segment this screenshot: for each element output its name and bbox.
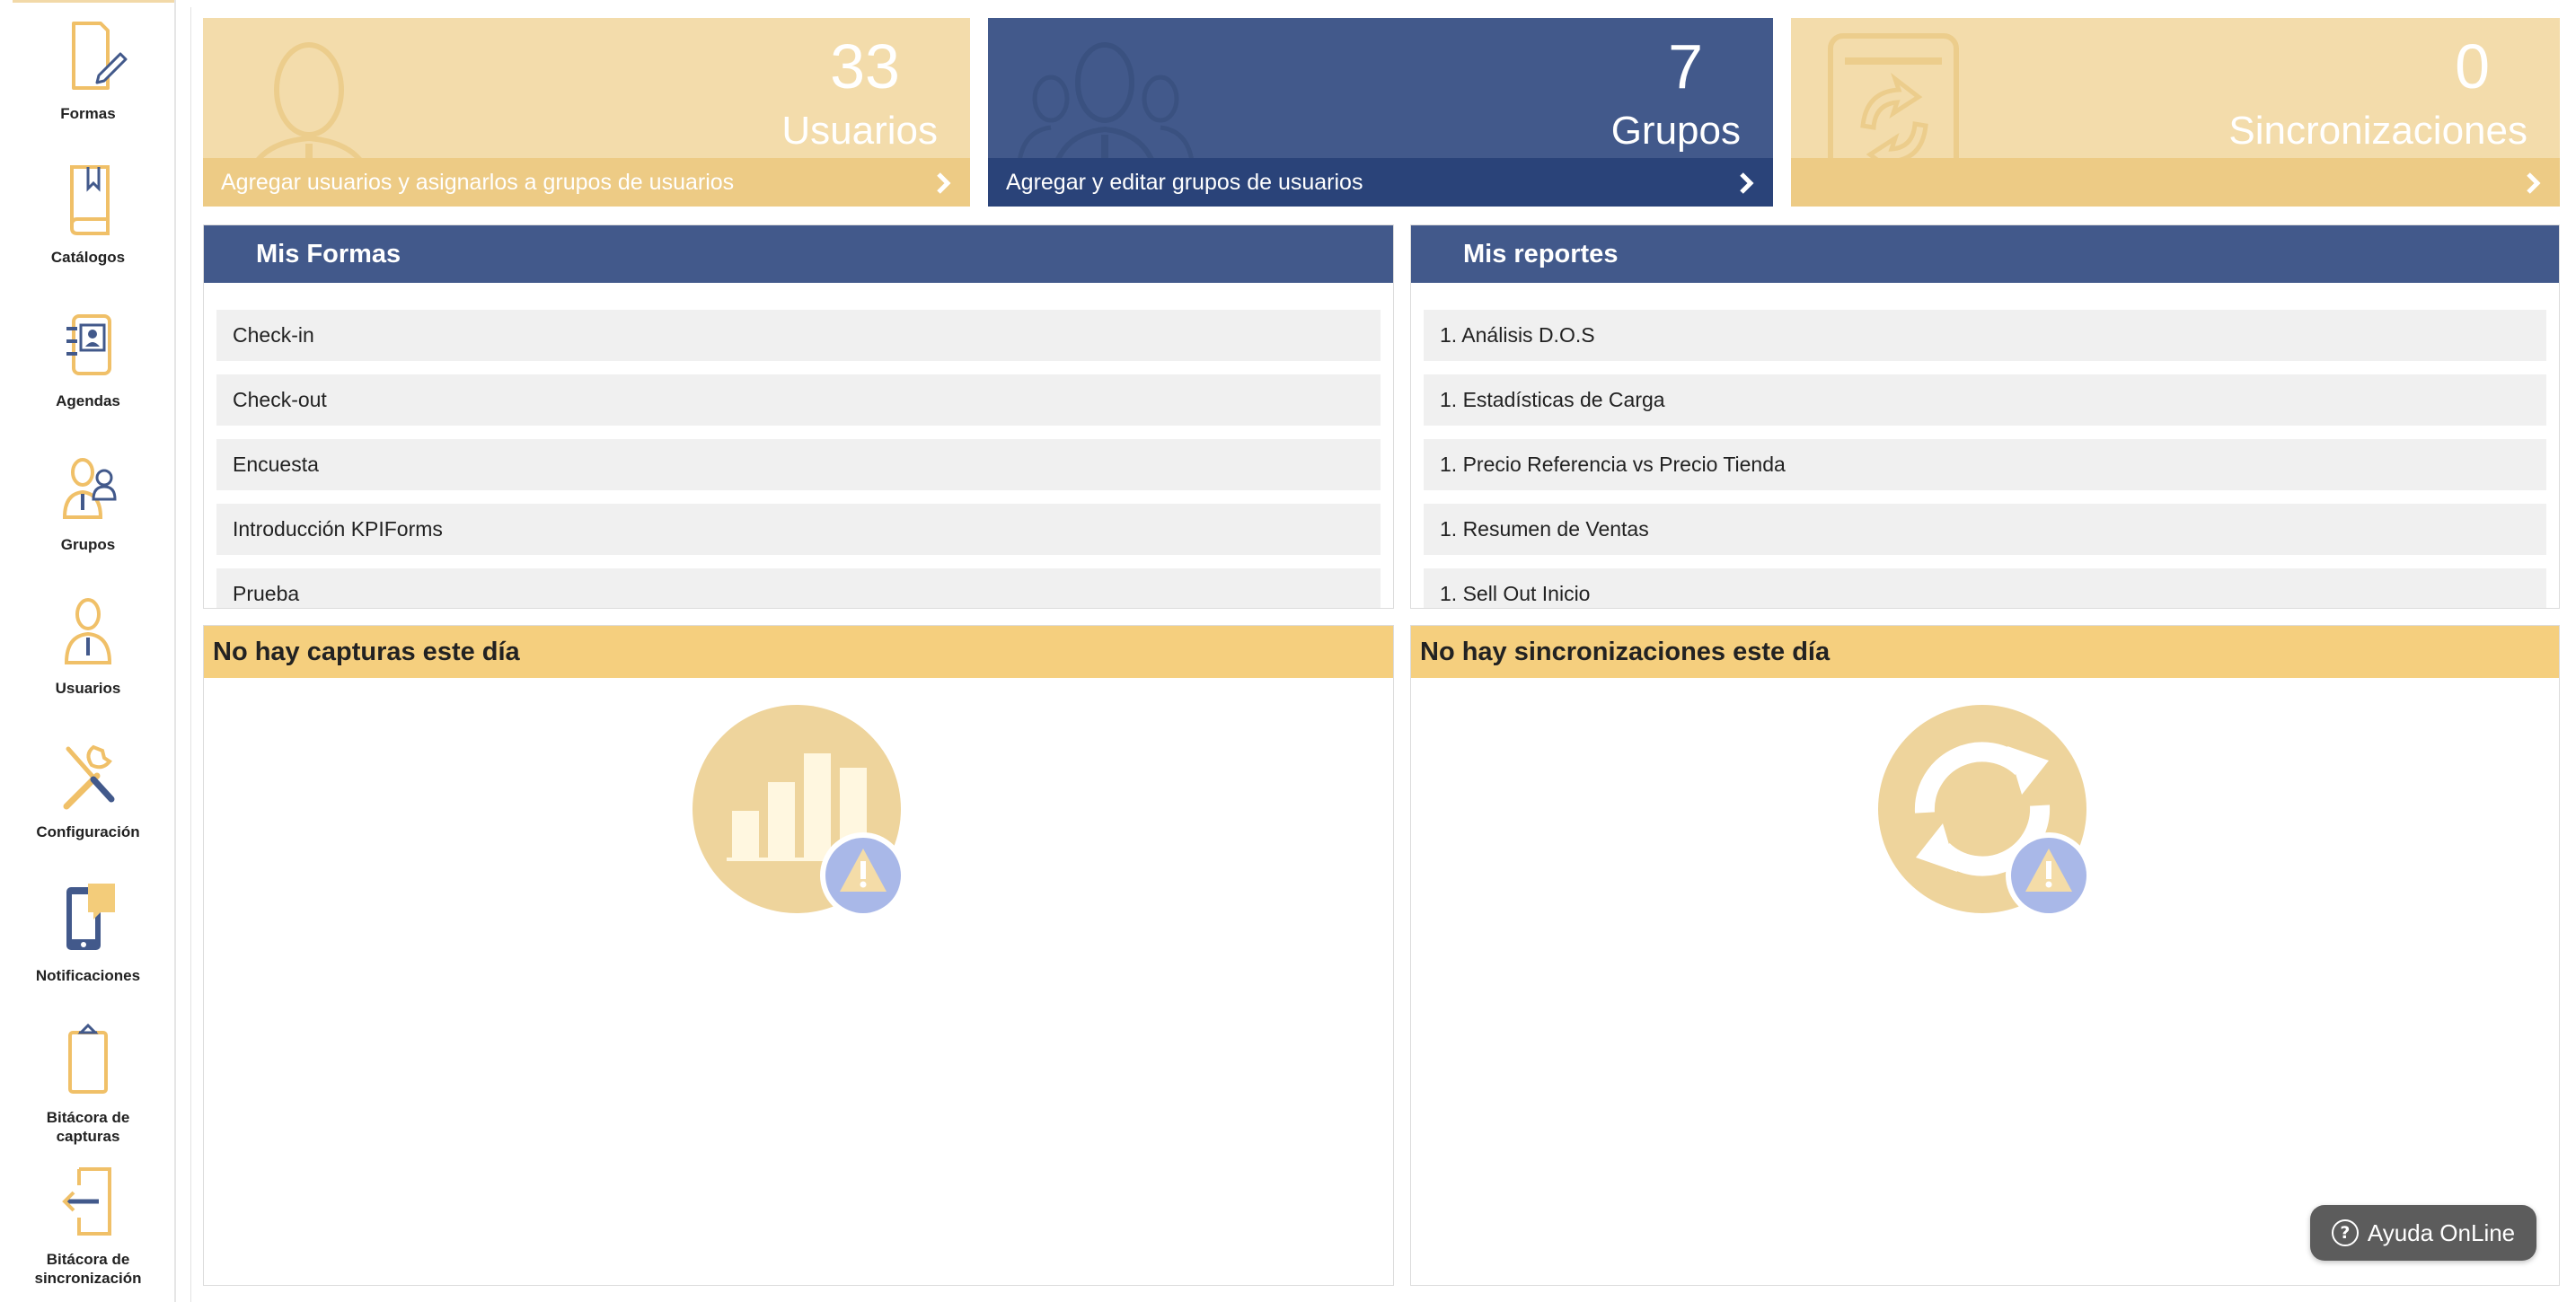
syncs-label: Sincronizaciones [2228, 109, 2527, 153]
bar-chart-warning-icon [693, 705, 906, 919]
tablet-message-icon [66, 884, 115, 950]
syncs-panel-title: No hay sincronizaciones este día [1411, 626, 2559, 678]
sidebar-item-notificaciones[interactable]: Notificaciones [0, 878, 176, 985]
sidebar-item-bitacora-capturas[interactable]: Bitácora de capturas [0, 1020, 176, 1146]
tile-syncs[interactable]: 0 Sincronizaciones [1791, 18, 2560, 207]
wrench-screwdriver-icon [63, 744, 115, 810]
groups-footer-text: Agregar y editar grupos de usuarios [1006, 169, 1363, 195]
clipboard-icon [68, 1023, 108, 1094]
captures-panel: No hay capturas este día [203, 625, 1394, 1286]
syncs-count: 0 [2455, 31, 2490, 101]
groups-label: Grupos [1610, 109, 1741, 153]
report-item-analisis[interactable]: 1. Análisis D.O.S [1424, 310, 2546, 361]
user-icon [64, 598, 112, 664]
chevron-right-icon [2527, 172, 2541, 194]
sync-warning-icon [1878, 705, 2092, 919]
form-item-checkin[interactable]: Check-in [216, 310, 1381, 361]
sidebar-item-catalogos[interactable]: Catálogos [0, 160, 176, 267]
sidebar-item-label: Formas [60, 105, 116, 122]
form-item-prueba[interactable]: Prueba [216, 568, 1381, 608]
users-tile-footer[interactable]: Agregar usuarios y asignarlos a grupos d… [203, 158, 970, 207]
reports-panel-title: Mis reportes [1411, 225, 2559, 283]
sidebar-accent-line [13, 0, 174, 3]
report-item-estadisticas[interactable]: 1. Estadísticas de Carga [1424, 374, 2546, 426]
form-item-introduccion[interactable]: Introducción KPIForms [216, 504, 1381, 555]
reports-panel: Mis reportes 1. Análisis D.O.S 1. Estadí… [1410, 224, 2560, 609]
groups-tile-footer[interactable]: Agregar y editar grupos de usuarios [988, 158, 1773, 207]
form-item-encuesta[interactable]: Encuesta [216, 439, 1381, 490]
report-item-sell-out[interactable]: 1. Sell Out Inicio [1424, 568, 2546, 608]
sidebar-item-label: Bitácora de capturas [46, 1109, 130, 1145]
sidebar-item-label: Bitácora de sincronización [34, 1251, 142, 1287]
sidebar-item-label: Configuración [36, 823, 140, 840]
sidebar-item-label: Usuarios [55, 680, 121, 697]
groups-icon [62, 458, 117, 519]
reports-list: 1. Análisis D.O.S 1. Estadísticas de Car… [1424, 310, 2546, 608]
sidebar-item-label: Agendas [56, 392, 120, 409]
sidebar-item-usuarios[interactable]: Usuarios [0, 591, 176, 698]
catalog-book-icon [70, 165, 110, 235]
report-item-resumen-ventas[interactable]: 1. Resumen de Ventas [1424, 504, 2546, 555]
sidebar-item-grupos[interactable]: Grupos [0, 447, 176, 554]
sidebar-item-label: Catálogos [50, 249, 126, 266]
report-item-precio-referencia[interactable]: 1. Precio Referencia vs Precio Tienda [1424, 439, 2546, 490]
users-count: 33 [830, 31, 900, 101]
syncs-tile-footer[interactable] [1791, 158, 2560, 207]
captures-panel-title: No hay capturas este día [204, 626, 1393, 678]
sidebar-item-configuracion[interactable]: Configuración [0, 735, 176, 841]
sidebar-item-label: Notificaciones [35, 967, 141, 984]
form-item-checkout[interactable]: Check-out [216, 374, 1381, 426]
sidebar-item-formas[interactable]: Formas [0, 16, 176, 123]
agenda-contact-icon [66, 314, 111, 375]
question-icon: ? [2331, 1219, 2359, 1246]
form-pencil-icon [72, 22, 128, 90]
tile-groups[interactable]: 7 Grupos Agregar y editar grupos de usua… [988, 18, 1773, 207]
forms-panel: Mis Formas Check-in Check-out Encuesta I… [203, 224, 1394, 609]
groups-count: 7 [1668, 31, 1703, 101]
sidebar-item-label: Grupos [60, 536, 116, 553]
chevron-right-icon [937, 172, 951, 194]
help-online-button[interactable]: ? Ayuda OnLine [2310, 1205, 2536, 1261]
app-root: Formas Catálogos Agendas Grupos Usuarios… [0, 0, 2576, 1302]
sidebar-item-agendas[interactable]: Agendas [0, 304, 176, 410]
users-label: Usuarios [781, 109, 938, 153]
syncs-panel: No hay sincronizaciones este día [1410, 625, 2560, 1286]
sidebar: Formas Catálogos Agendas Grupos Usuarios… [0, 0, 176, 1302]
sidebar-item-bitacora-sincronizacion[interactable]: Bitácora de sincronización [0, 1162, 176, 1288]
forms-list: Check-in Check-out Encuesta Introducción… [216, 310, 1381, 608]
chevron-right-icon [1740, 172, 1754, 194]
sync-exit-icon [62, 1167, 111, 1236]
tile-users[interactable]: 33 Usuarios Agregar usuarios y asignarlo… [203, 18, 970, 207]
help-online-label: Ayuda OnLine [2367, 1218, 2516, 1246]
forms-panel-title: Mis Formas [204, 225, 1393, 283]
users-footer-text: Agregar usuarios y asignarlos a grupos d… [221, 169, 735, 195]
